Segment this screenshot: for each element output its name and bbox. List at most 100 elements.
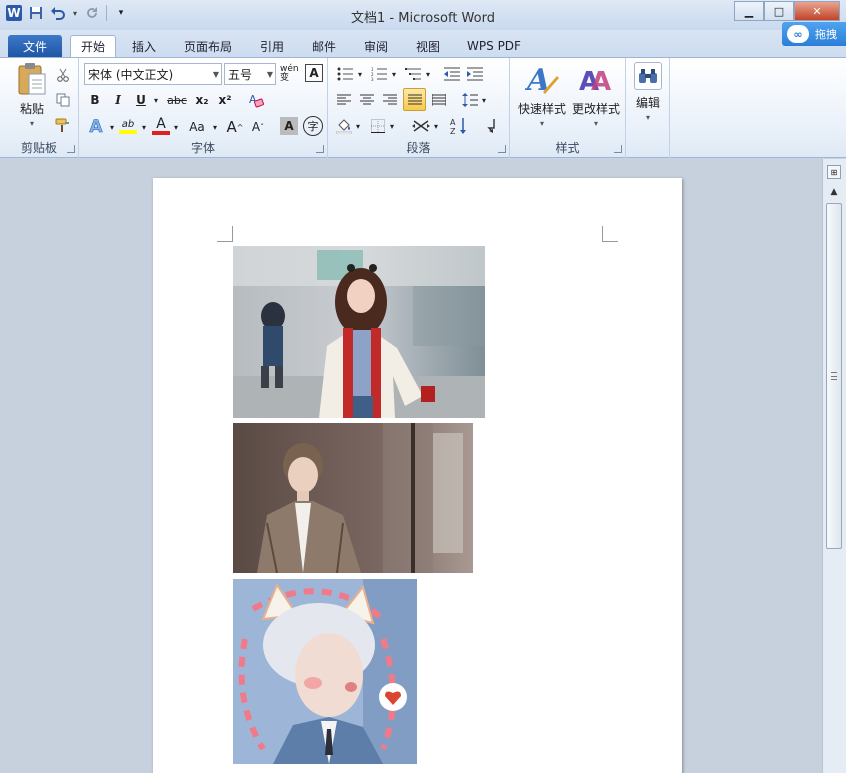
align-center-button[interactable] xyxy=(357,90,377,110)
character-shading-button[interactable]: A xyxy=(280,117,298,135)
paragraph-launcher-icon[interactable] xyxy=(498,145,506,153)
borders-dropdown-icon[interactable]: ▾ xyxy=(388,116,396,136)
cut-icon[interactable] xyxy=(54,66,72,84)
font-size-combo[interactable]: 五号 ▼ xyxy=(224,63,276,85)
document-area[interactable] xyxy=(0,159,822,773)
shrink-font-icon: A xyxy=(251,120,261,134)
cloud-sync-button[interactable]: ∞ 拖拽 xyxy=(782,22,846,46)
font-launcher-icon[interactable] xyxy=(316,145,324,153)
quick-styles-button[interactable]: A 快速样式 ▾ xyxy=(514,62,570,128)
inline-photo-3[interactable] xyxy=(233,579,417,764)
bullets-dropdown-icon[interactable]: ▾ xyxy=(356,64,364,84)
font-group: 宋体 (中文正文) ▼ 五号 ▼ wén 变 A B I U ▾ abc x₂ … xyxy=(79,58,328,158)
superscript-button[interactable]: x² xyxy=(215,90,235,110)
numbering-button[interactable]: 123 xyxy=(368,64,390,84)
chinese-layout-button[interactable] xyxy=(410,116,432,136)
change-case-button[interactable]: Aa xyxy=(184,116,210,138)
scroll-up-icon[interactable]: ▲ xyxy=(827,185,841,199)
tab-mailings[interactable]: 邮件 xyxy=(306,35,342,57)
styles-group: A 快速样式 ▾ AA 更改样式 ▾ 样式 xyxy=(510,58,626,158)
tab-view[interactable]: 视图 xyxy=(410,35,446,57)
multilevel-dropdown-icon[interactable]: ▾ xyxy=(424,64,432,84)
font-name-combo[interactable]: 宋体 (中文正文) ▼ xyxy=(84,63,222,85)
paste-label: 粘贴 xyxy=(19,102,44,116)
chinese-layout-dropdown-icon[interactable]: ▾ xyxy=(432,116,440,136)
text-effects-button[interactable]: A xyxy=(85,116,107,138)
superscript-icon: x² xyxy=(218,93,232,107)
view-ruler-icon[interactable]: ⊞ xyxy=(827,165,841,179)
strikethrough-button[interactable]: abc xyxy=(165,90,189,110)
font-group-label: 字体 xyxy=(190,141,215,155)
minimize-button[interactable]: ▁ xyxy=(734,1,764,21)
change-case-dropdown-icon[interactable]: ▾ xyxy=(210,116,220,138)
font-color-button[interactable]: A xyxy=(151,114,171,138)
tab-page-layout[interactable]: 页面布局 xyxy=(178,35,238,57)
distributed-button[interactable] xyxy=(429,90,449,110)
tab-home[interactable]: 开始 xyxy=(70,35,116,57)
align-left-icon xyxy=(337,94,351,105)
phonetic-guide-button[interactable]: wén 变 xyxy=(280,63,302,85)
align-left-button[interactable] xyxy=(334,90,354,110)
shading-dropdown-icon[interactable]: ▾ xyxy=(354,116,362,136)
inline-photo-2[interactable] xyxy=(233,423,473,573)
vertical-scrollbar[interactable]: ⊞ ▲ xyxy=(822,159,846,773)
enclose-characters-icon: 字 xyxy=(307,120,319,133)
cloud-icon: ∞ xyxy=(787,25,809,43)
shading-button[interactable] xyxy=(334,116,354,136)
underline-dropdown-icon[interactable]: ▾ xyxy=(151,90,161,110)
text-effects-dropdown-icon[interactable]: ▾ xyxy=(107,116,117,138)
font-name-value: 宋体 (中文正文) xyxy=(88,67,174,82)
tab-references[interactable]: 引用 xyxy=(254,35,290,57)
line-spacing-dropdown-icon[interactable]: ▾ xyxy=(480,90,488,110)
close-button[interactable]: ✕ xyxy=(794,1,840,21)
paste-button[interactable]: 粘贴 ▾ xyxy=(10,62,54,128)
italic-icon: I xyxy=(115,93,121,107)
title-bar: W ▾ ▾ 文档1 - Microsoft Word ▁ □ ✕ xyxy=(0,0,846,30)
multilevel-list-button[interactable] xyxy=(402,64,424,84)
align-right-button[interactable] xyxy=(380,90,400,110)
line-spacing-button[interactable] xyxy=(460,90,480,110)
tab-review[interactable]: 审阅 xyxy=(358,35,394,57)
quick-styles-icon: A xyxy=(525,63,559,96)
tab-wps-pdf[interactable]: WPS PDF xyxy=(462,35,526,57)
bullets-button[interactable] xyxy=(334,64,356,84)
styles-launcher-icon[interactable] xyxy=(614,145,622,153)
copy-icon[interactable] xyxy=(54,91,72,109)
editing-button[interactable]: 编辑 ▾ xyxy=(630,62,666,122)
change-styles-button[interactable]: AA 更改样式 ▾ xyxy=(568,62,624,128)
highlight-button[interactable]: ab xyxy=(117,114,139,138)
scrollbar-thumb[interactable] xyxy=(826,203,842,549)
underline-button[interactable]: U xyxy=(131,90,151,110)
sort-button[interactable]: AZ xyxy=(448,115,470,137)
clear-formatting-button[interactable]: A xyxy=(245,89,267,111)
italic-button[interactable]: I xyxy=(108,90,128,110)
clipboard-launcher-icon[interactable] xyxy=(67,145,75,153)
borders-button[interactable] xyxy=(368,116,388,136)
tab-file[interactable]: 文件 xyxy=(8,35,62,57)
change-styles-label: 更改样式 xyxy=(571,102,620,116)
tab-insert[interactable]: 插入 xyxy=(126,35,162,57)
increase-indent-button[interactable] xyxy=(465,64,485,84)
strikethrough-icon: abc xyxy=(167,93,187,107)
shrink-font-button[interactable]: Aˇ xyxy=(247,116,269,138)
cloud-label: 拖拽 xyxy=(815,28,837,41)
grow-font-button[interactable]: A ^ xyxy=(224,116,246,138)
subscript-button[interactable]: x₂ xyxy=(192,90,212,110)
bold-button[interactable]: B xyxy=(85,90,105,110)
document-page[interactable] xyxy=(153,178,682,773)
enclose-characters-button[interactable]: 字 xyxy=(303,116,323,136)
paste-dropdown-icon: ▾ xyxy=(29,119,34,128)
show-marks-button[interactable] xyxy=(482,116,502,136)
numbering-dropdown-icon[interactable]: ▾ xyxy=(390,64,398,84)
justify-button[interactable] xyxy=(403,88,426,111)
character-shading-icon: A xyxy=(284,119,294,133)
format-painter-icon[interactable] xyxy=(54,116,72,134)
decrease-indent-button[interactable] xyxy=(442,64,462,84)
inline-photo-1[interactable] xyxy=(233,246,485,418)
maximize-button[interactable]: □ xyxy=(764,1,794,21)
justify-icon xyxy=(407,94,422,104)
highlight-dropdown-icon[interactable]: ▾ xyxy=(139,116,149,138)
window-title: 文档1 - Microsoft Word xyxy=(351,11,495,26)
font-color-dropdown-icon[interactable]: ▾ xyxy=(171,116,181,138)
character-border-button[interactable]: A xyxy=(305,64,323,82)
